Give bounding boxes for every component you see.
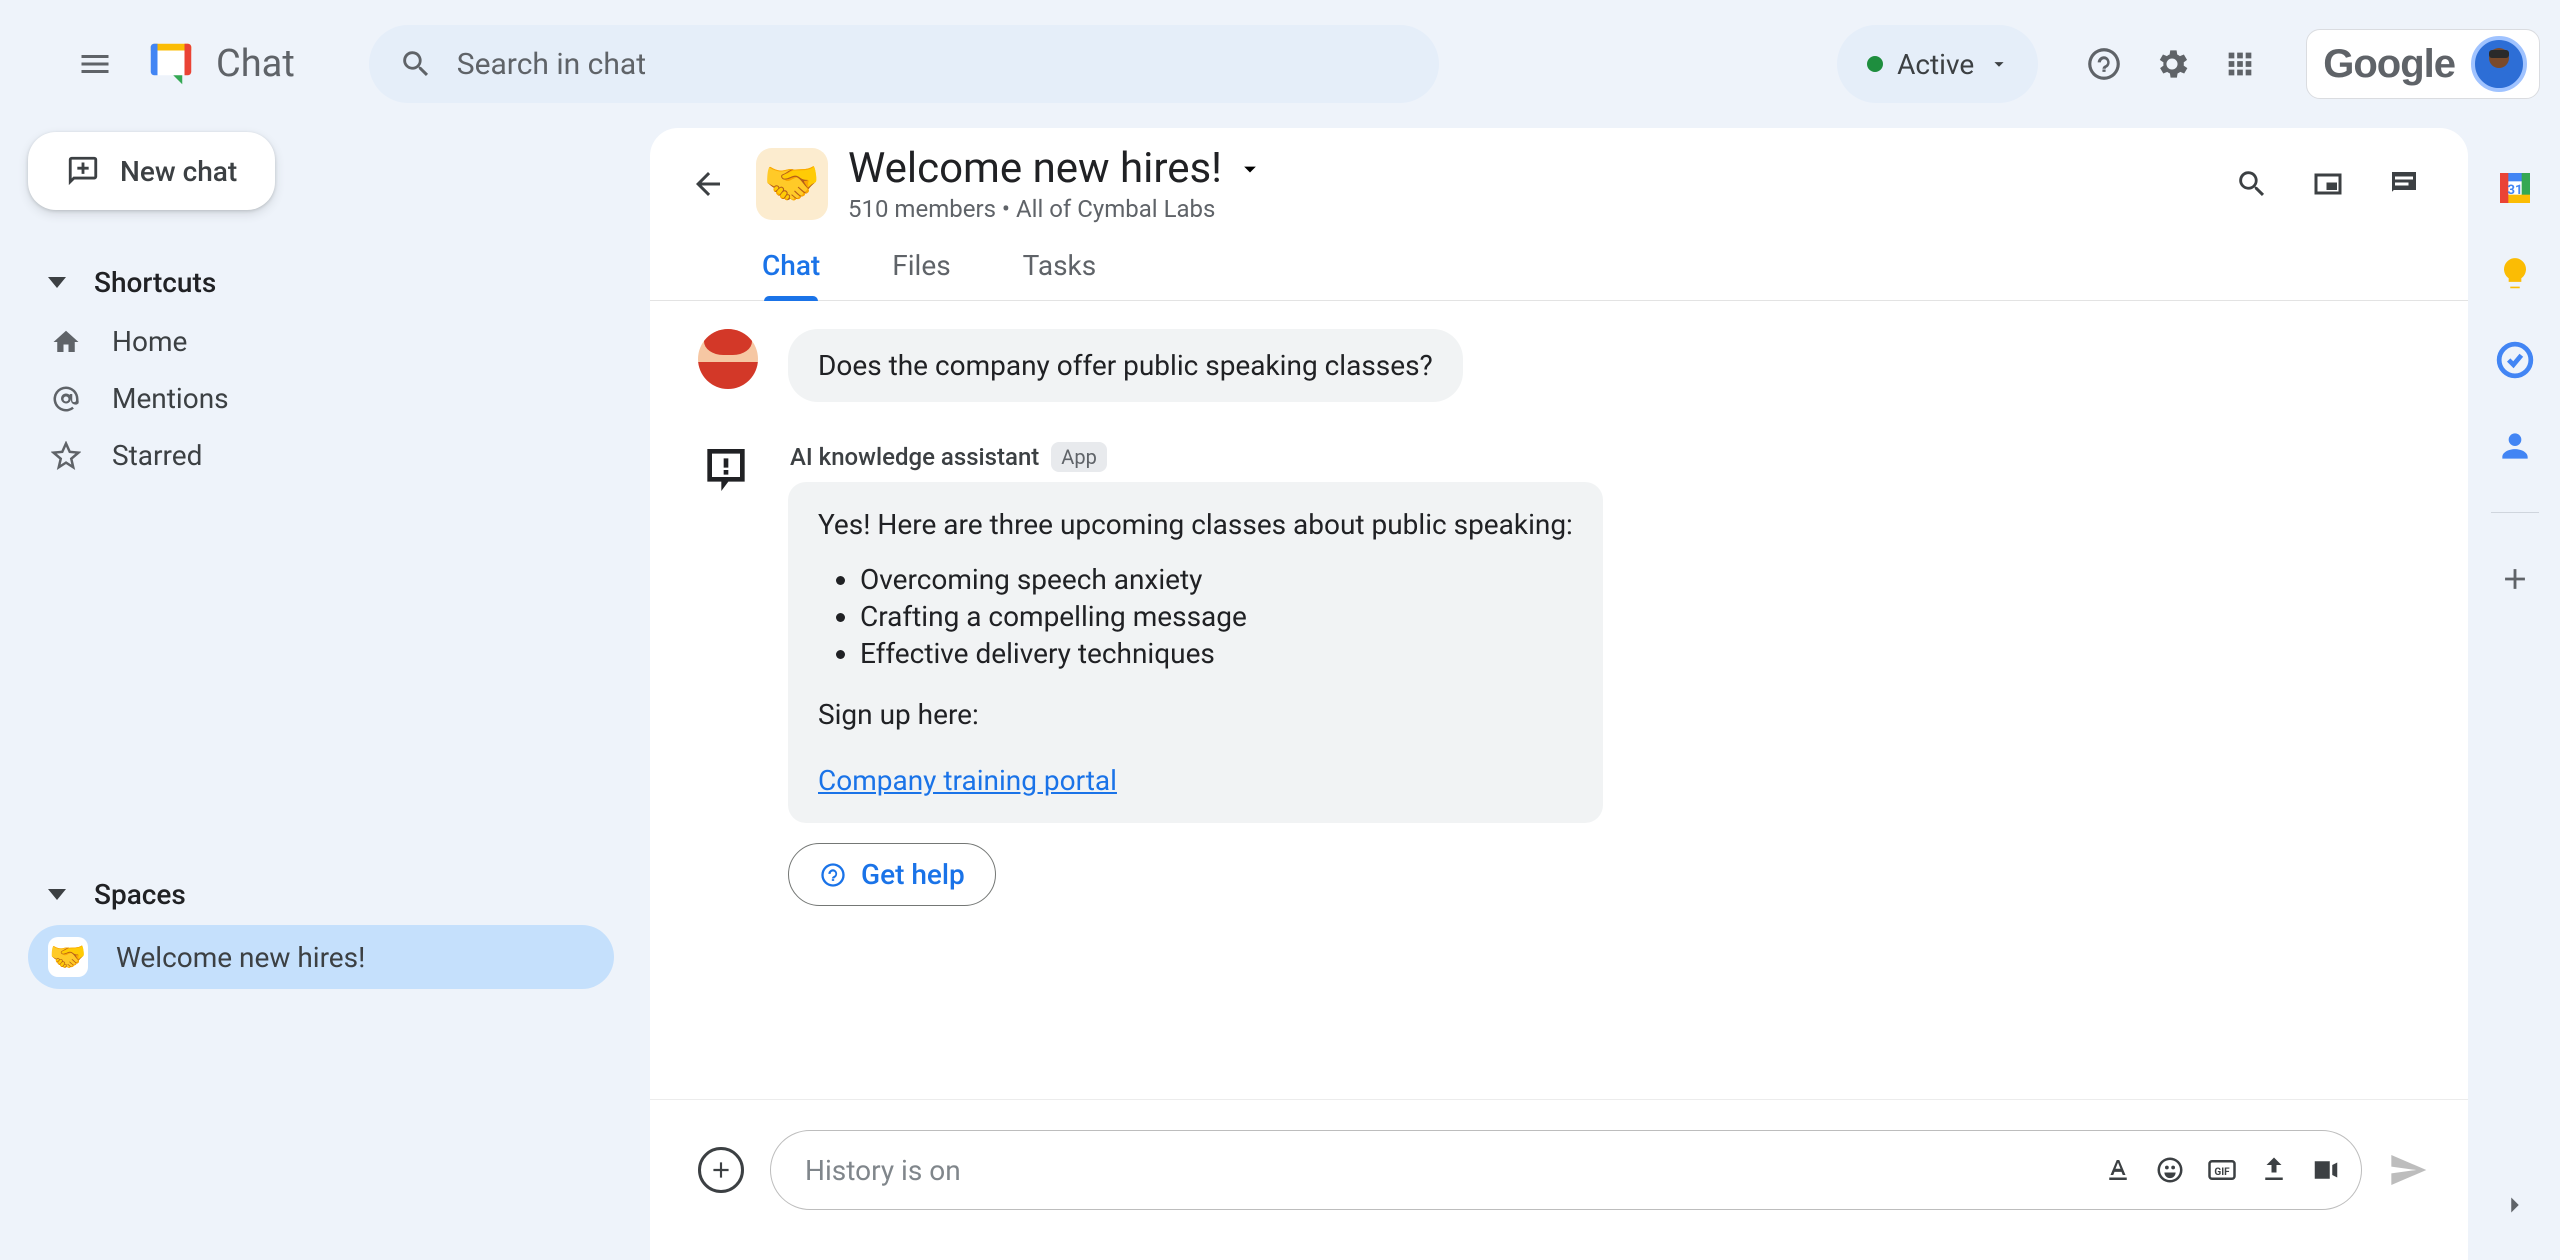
- sidebar-item-label: Mentions: [112, 382, 229, 415]
- get-help-label: Get help: [861, 858, 965, 891]
- at-icon: [48, 384, 84, 414]
- new-chat-icon: [66, 154, 100, 188]
- active-dot-icon: [1867, 56, 1883, 72]
- send-button[interactable]: [2388, 1150, 2428, 1190]
- avatar: [2471, 36, 2527, 92]
- sidebar-item-label: Home: [112, 325, 187, 358]
- calendar-app-icon[interactable]: 31: [2495, 168, 2535, 208]
- new-chat-button[interactable]: New chat: [28, 132, 275, 210]
- thread-panel-button[interactable]: [2376, 156, 2432, 212]
- caret-down-icon: [48, 889, 66, 900]
- brand-name: Chat: [216, 42, 295, 86]
- message-input[interactable]: [805, 1154, 2081, 1187]
- bot-list-item: Crafting a compelling message: [860, 600, 1573, 633]
- star-icon: [48, 441, 84, 471]
- sidebar-space-welcome[interactable]: 🤝 Welcome new hires!: [28, 925, 614, 989]
- spaces-label: Spaces: [94, 878, 186, 911]
- bot-message: Yes! Here are three upcoming classes abo…: [788, 482, 1603, 823]
- get-help-button[interactable]: Get help: [788, 843, 996, 906]
- emoji-button[interactable]: [2155, 1155, 2185, 1185]
- app-badge: App: [1051, 442, 1107, 472]
- space-title: Welcome new hires!: [848, 144, 1222, 193]
- space-name: Welcome new hires!: [116, 941, 365, 974]
- search-bar[interactable]: [369, 25, 1439, 103]
- search-input[interactable]: [457, 47, 1409, 82]
- chevron-down-icon: [1236, 155, 1264, 183]
- format-button[interactable]: [2103, 1155, 2133, 1185]
- sidebar-item-starred[interactable]: Starred: [28, 427, 614, 484]
- main-menu-button[interactable]: [60, 29, 130, 99]
- user-avatar: [698, 329, 758, 389]
- handshake-icon: 🤝: [48, 937, 88, 977]
- bot-name: AI knowledge assistant: [790, 443, 1039, 471]
- tasks-app-icon[interactable]: [2495, 340, 2535, 380]
- tab-chat[interactable]: Chat: [758, 233, 824, 300]
- svg-text:31: 31: [2507, 183, 2522, 198]
- collapse-rail-button[interactable]: [2500, 1190, 2530, 1220]
- plus-icon: [708, 1157, 734, 1183]
- google-wordmark: Google: [2323, 42, 2455, 87]
- training-portal-link[interactable]: Company training portal: [818, 764, 1117, 797]
- meet-button[interactable]: [2311, 1155, 2341, 1185]
- brand: Chat: [144, 37, 295, 91]
- caret-down-icon: [48, 277, 66, 288]
- help-button[interactable]: [2072, 32, 2136, 96]
- settings-button[interactable]: [2140, 32, 2204, 96]
- space-icon: 🤝: [756, 148, 828, 220]
- account-switcher[interactable]: Google: [2306, 29, 2540, 99]
- tab-tasks[interactable]: Tasks: [1019, 233, 1101, 300]
- contacts-app-icon[interactable]: [2495, 426, 2535, 466]
- bot-intro: Yes! Here are three upcoming classes abo…: [818, 508, 1573, 541]
- bot-avatar: [698, 442, 758, 502]
- status-chip[interactable]: Active: [1837, 25, 2038, 103]
- help-icon: [819, 861, 847, 889]
- chat-logo-icon: [144, 37, 198, 91]
- sidebar-item-home[interactable]: Home: [28, 313, 614, 370]
- pip-button[interactable]: [2300, 156, 2356, 212]
- sidebar-item-mentions[interactable]: Mentions: [28, 370, 614, 427]
- keep-app-icon[interactable]: [2495, 254, 2535, 294]
- spaces-header[interactable]: Spaces: [28, 864, 614, 925]
- search-in-space-button[interactable]: [2224, 156, 2280, 212]
- apps-button[interactable]: [2208, 32, 2272, 96]
- tab-files[interactable]: Files: [888, 233, 954, 300]
- bot-list-item: Effective delivery techniques: [860, 637, 1573, 670]
- space-dropdown-button[interactable]: [1236, 155, 1264, 183]
- user-message: Does the company offer public speaking c…: [788, 329, 1463, 402]
- home-icon: [48, 327, 84, 357]
- back-button[interactable]: [680, 156, 736, 212]
- status-label: Active: [1897, 48, 1974, 81]
- get-addons-button[interactable]: [2495, 559, 2535, 599]
- new-chat-label: New chat: [120, 155, 237, 188]
- gif-button[interactable]: GIF: [2207, 1155, 2237, 1185]
- bot-list-item: Overcoming speech anxiety: [860, 563, 1573, 596]
- space-subtitle: 510 members • All of Cymbal Labs: [848, 195, 1264, 223]
- shortcuts-label: Shortcuts: [94, 266, 216, 299]
- chevron-down-icon: [1988, 53, 2010, 75]
- svg-text:GIF: GIF: [2214, 1167, 2230, 1178]
- attach-button[interactable]: [698, 1147, 744, 1193]
- message-composer[interactable]: GIF: [770, 1130, 2362, 1210]
- shortcuts-header[interactable]: Shortcuts: [28, 252, 614, 313]
- bot-signup: Sign up here:: [818, 698, 1573, 731]
- sidebar-item-label: Starred: [112, 439, 202, 472]
- upload-button[interactable]: [2259, 1155, 2289, 1185]
- search-icon: [399, 47, 433, 81]
